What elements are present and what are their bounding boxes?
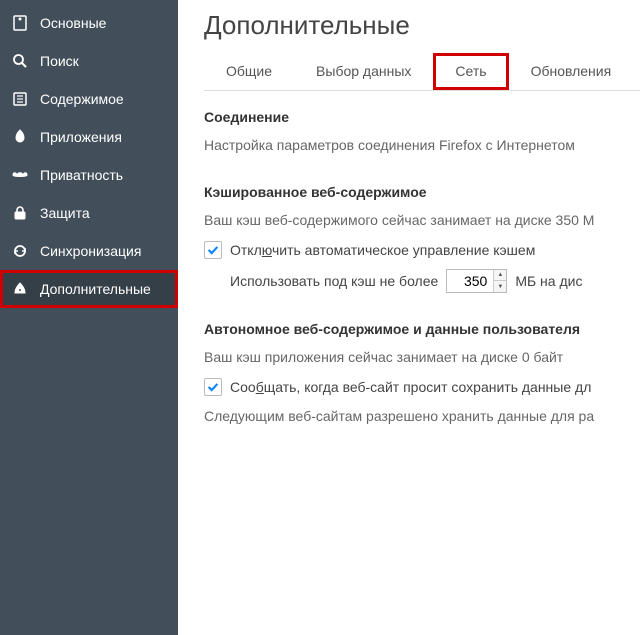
cache-limit-input-wrap: ▲ ▼ [446,269,507,293]
connection-text: Настройка параметров соединения Firefox … [204,135,640,156]
spinner-down[interactable]: ▼ [494,281,506,292]
offline-allow-text: Следующим веб-сайтам разрешено хранить д… [204,406,640,427]
cache-override-row[interactable]: Отключить автоматическое управление кэше… [204,241,640,259]
sidebar-item-privacy[interactable]: Приватность [0,156,178,194]
sidebar-item-search[interactable]: Поиск [0,42,178,80]
cache-heading: Кэшированное веб-содержимое [204,184,640,200]
sync-icon [10,242,30,260]
sidebar-item-sync[interactable]: Синхронизация [0,232,178,270]
privacy-icon [10,166,30,184]
sidebar-item-advanced[interactable]: Дополнительные [0,270,178,308]
sidebar-item-label: Основные [40,15,106,31]
sidebar-item-applications[interactable]: Приложения [0,118,178,156]
section-cache: Кэшированное веб-содержимое Ваш кэш веб-… [204,184,640,293]
tab-general[interactable]: Общие [204,53,294,90]
applications-icon [10,128,30,146]
content-icon [10,90,30,108]
general-icon [10,14,30,32]
sidebar-item-security[interactable]: Защита [0,194,178,232]
offline-status: Ваш кэш приложения сейчас занимает на ди… [204,347,640,368]
tab-data[interactable]: Выбор данных [294,53,433,90]
main-panel: Дополнительные Общие Выбор данных Сеть О… [178,0,640,635]
sidebar-item-content[interactable]: Содержимое [0,80,178,118]
sidebar-item-label: Содержимое [40,91,124,107]
section-offline: Автономное веб-содержимое и данные польз… [204,321,640,427]
advanced-icon [10,280,30,298]
cache-override-label: Отключить автоматическое управление кэше… [230,242,535,258]
lock-icon [10,204,30,222]
sidebar-item-general[interactable]: Основные [0,4,178,42]
sidebar-item-label: Синхронизация [40,243,141,259]
cache-limit-input[interactable] [447,270,493,292]
sidebar-item-label: Приложения [40,129,122,145]
settings-sidebar: Основные Поиск Содержимое Приложения При… [0,0,178,635]
tab-content: Соединение Настройка параметров соединен… [178,91,640,427]
offline-notify-row[interactable]: Сообщать, когда веб-сайт просит сохранит… [204,378,640,396]
search-icon [10,52,30,70]
cache-limit-row: Использовать под кэш не более ▲ ▼ МБ на … [230,269,640,293]
cache-limit-label: Использовать под кэш не более [230,273,438,289]
tab-updates[interactable]: Обновления [509,53,634,90]
sidebar-item-label: Приватность [40,167,123,183]
checkbox-checked-icon[interactable] [204,241,222,259]
connection-heading: Соединение [204,109,640,125]
cache-limit-unit: МБ на дис [515,273,582,289]
offline-heading: Автономное веб-содержимое и данные польз… [204,321,640,337]
spinner: ▲ ▼ [493,270,506,292]
checkbox-checked-icon[interactable] [204,378,222,396]
tabs: Общие Выбор данных Сеть Обновления [204,53,640,91]
page-title: Дополнительные [178,0,640,53]
cache-status: Ваш кэш веб-содержимого сейчас занимает … [204,210,640,231]
tab-network[interactable]: Сеть [433,53,508,90]
sidebar-item-label: Защита [40,205,90,221]
spinner-up[interactable]: ▲ [494,270,506,281]
sidebar-item-label: Поиск [40,53,79,69]
offline-notify-label: Сообщать, когда веб-сайт просит сохранит… [230,379,591,395]
sidebar-item-label: Дополнительные [40,281,151,297]
section-connection: Соединение Настройка параметров соединен… [204,109,640,156]
